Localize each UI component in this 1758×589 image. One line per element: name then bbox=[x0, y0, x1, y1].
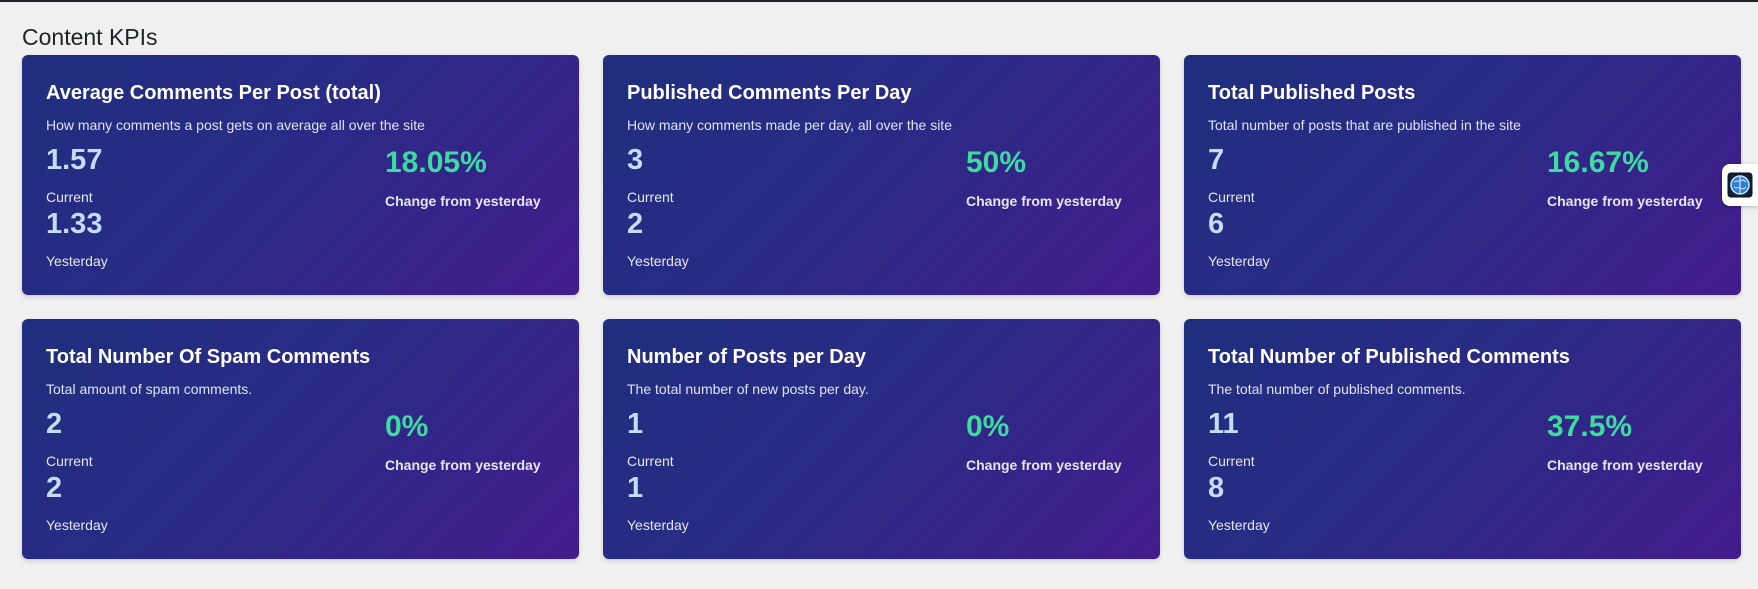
top-border bbox=[0, 0, 1758, 2]
section-title: Content KPIs bbox=[22, 24, 158, 50]
card-title: Number of Posts per Day bbox=[627, 346, 866, 368]
current-label: Current bbox=[627, 189, 674, 205]
yesterday-label: Yesterday bbox=[46, 517, 108, 533]
yesterday-label: Yesterday bbox=[627, 517, 689, 533]
card-title: Total Number Of Spam Comments bbox=[46, 346, 371, 368]
current-label: Current bbox=[1208, 453, 1255, 469]
yesterday-label: Yesterday bbox=[1208, 517, 1270, 533]
change-percentage: 18.05% bbox=[385, 146, 487, 179]
yesterday-value: 2 bbox=[46, 472, 63, 504]
card-description: How many comments made per day, all over… bbox=[627, 117, 952, 133]
card-description: Total amount of spam comments. bbox=[46, 381, 253, 397]
current-value: 1.57 bbox=[46, 144, 103, 176]
card-description: How many comments a post gets on average… bbox=[46, 117, 425, 133]
change-label: Change from yesterday bbox=[966, 193, 1122, 209]
yesterday-label: Yesterday bbox=[1208, 253, 1270, 269]
card-title: Published Comments Per Day bbox=[627, 82, 912, 104]
change-label: Change from yesterday bbox=[385, 193, 541, 209]
current-value: 3 bbox=[627, 144, 644, 176]
change-percentage: 0% bbox=[966, 410, 1010, 443]
card-description: The total number of published comments. bbox=[1208, 381, 1466, 397]
yesterday-value: 8 bbox=[1208, 472, 1225, 504]
yesterday-label: Yesterday bbox=[627, 253, 689, 269]
yesterday-value: 2 bbox=[627, 208, 644, 240]
side-assistant-button[interactable] bbox=[1722, 164, 1758, 206]
kpi-grid: Average Comments Per Post (total) How ma… bbox=[22, 55, 1741, 559]
change-percentage: 0% bbox=[385, 410, 429, 443]
kpi-card-total-published-posts: Total Published Posts Total number of po… bbox=[1184, 55, 1741, 295]
change-percentage: 37.5% bbox=[1547, 410, 1633, 443]
current-label: Current bbox=[46, 189, 93, 205]
kpi-card-total-published-comments: Total Number of Published Comments The t… bbox=[1184, 319, 1741, 559]
yesterday-value: 1.33 bbox=[46, 208, 103, 240]
current-label: Current bbox=[1208, 189, 1255, 205]
change-label: Change from yesterday bbox=[1547, 457, 1703, 473]
kpi-card-average-comments-per-post: Average Comments Per Post (total) How ma… bbox=[22, 55, 579, 295]
kpi-card-posts-per-day: Number of Posts per Day The total number… bbox=[603, 319, 1160, 559]
current-label: Current bbox=[46, 453, 93, 469]
yesterday-label: Yesterday bbox=[46, 253, 108, 269]
change-label: Change from yesterday bbox=[1547, 193, 1703, 209]
card-description: Total number of posts that are published… bbox=[1208, 117, 1521, 133]
current-value: 2 bbox=[46, 408, 63, 440]
current-value: 1 bbox=[627, 408, 644, 440]
current-label: Current bbox=[627, 453, 674, 469]
yesterday-value: 6 bbox=[1208, 208, 1225, 240]
yesterday-value: 1 bbox=[627, 472, 644, 504]
change-label: Change from yesterday bbox=[966, 457, 1122, 473]
kpi-card-published-comments-per-day: Published Comments Per Day How many comm… bbox=[603, 55, 1160, 295]
change-percentage: 16.67% bbox=[1547, 146, 1649, 179]
change-label: Change from yesterday bbox=[385, 457, 541, 473]
current-value: 11 bbox=[1208, 408, 1239, 440]
brain-icon bbox=[1727, 172, 1753, 198]
current-value: 7 bbox=[1208, 144, 1225, 176]
card-title: Total Published Posts bbox=[1208, 82, 1416, 104]
change-percentage: 50% bbox=[966, 146, 1027, 179]
card-title: Average Comments Per Post (total) bbox=[46, 82, 381, 104]
card-description: The total number of new posts per day. bbox=[627, 381, 869, 397]
kpi-card-total-spam-comments: Total Number Of Spam Comments Total amou… bbox=[22, 319, 579, 559]
card-title: Total Number of Published Comments bbox=[1208, 346, 1570, 368]
